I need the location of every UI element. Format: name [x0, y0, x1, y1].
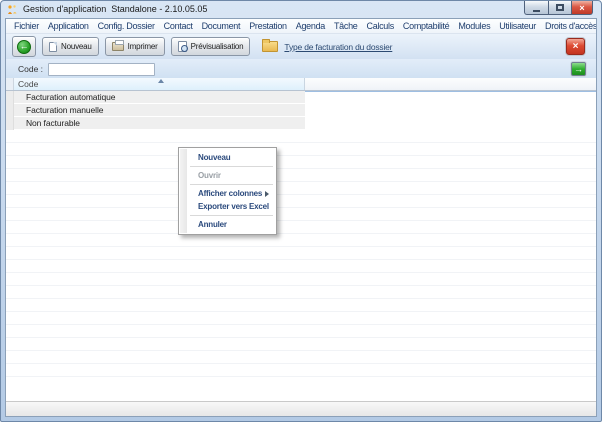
context-menu-item-annuler[interactable]: Annuler	[180, 218, 275, 231]
row-label: Non facturable	[14, 117, 305, 130]
table-row[interactable]: Facturation manuelle	[6, 104, 596, 117]
column-header-code-label: Code	[18, 79, 38, 89]
previsualisation-button-label: Prévisualisation	[191, 42, 244, 51]
grid-header: Code	[6, 78, 596, 91]
grid-body: Facturation automatique Facturation manu…	[6, 91, 596, 400]
app-logo-icon	[7, 4, 18, 15]
menu-item-fichier[interactable]: Fichier	[14, 21, 39, 31]
nouveau-button[interactable]: Nouveau	[42, 37, 99, 56]
table-row[interactable]: Facturation automatique	[6, 91, 596, 104]
go-button[interactable]: →	[571, 62, 586, 76]
toolbar: ← Nouveau Imprimer Prévisualisation Type…	[6, 34, 596, 59]
menu-separator	[190, 215, 273, 216]
caption-buttons: ×	[524, 1, 593, 15]
close-button[interactable]: ×	[572, 1, 593, 15]
context-menu-item-nouveau[interactable]: Nouveau	[180, 151, 275, 164]
app-window: Gestion d'application Standalone - 2.10.…	[0, 0, 602, 422]
menu-item-tache[interactable]: Tâche	[334, 21, 358, 31]
menu-item-modules[interactable]: Modules	[458, 21, 490, 31]
column-header-code[interactable]: Code	[14, 78, 305, 90]
context-menu-item-afficher-colonnes[interactable]: Afficher colonnes	[180, 187, 275, 200]
menu-item-calculs[interactable]: Calculs	[367, 21, 394, 31]
print-preview-icon	[178, 41, 187, 52]
menu-separator	[190, 184, 273, 185]
row-indicator	[6, 104, 14, 117]
window-title: Gestion d'application Standalone - 2.10.…	[23, 4, 207, 14]
menu-item-contact[interactable]: Contact	[164, 21, 193, 31]
imprimer-button-label: Imprimer	[128, 42, 158, 51]
context-menu-item-ouvrir: Ouvrir	[180, 169, 275, 182]
row-indicator-header	[6, 78, 14, 90]
submenu-arrow-icon	[265, 191, 269, 197]
menu-bar: Fichier Application Config. Dossier Cont…	[6, 19, 596, 34]
row-indicator	[6, 91, 14, 104]
minimize-icon	[533, 10, 540, 12]
new-document-icon	[49, 42, 57, 52]
title-bar[interactable]: Gestion d'application Standalone - 2.10.…	[1, 1, 601, 18]
close-icon: ×	[579, 3, 584, 13]
column-header-empty[interactable]	[305, 78, 596, 90]
row-indicator	[6, 117, 14, 130]
maximize-button[interactable]	[549, 1, 572, 15]
imprimer-button[interactable]: Imprimer	[105, 37, 165, 56]
red-x-icon: ×	[573, 42, 579, 52]
menu-separator	[190, 166, 273, 167]
sort-ascending-icon	[158, 79, 164, 83]
breadcrumb-link[interactable]: Type de facturation du dossier	[284, 42, 392, 52]
previsualisation-button[interactable]: Prévisualisation	[171, 37, 251, 56]
menu-item-config-dossier[interactable]: Config. Dossier	[98, 21, 155, 31]
printer-icon	[112, 42, 124, 51]
context-menu: Nouveau Ouvrir Afficher colonnes Exporte…	[178, 147, 277, 235]
toolbar-close-button[interactable]: ×	[566, 38, 585, 55]
table-row[interactable]: Non facturable	[6, 117, 596, 130]
minimize-button[interactable]	[524, 1, 549, 15]
client-area: Fichier Application Config. Dossier Cont…	[5, 18, 597, 417]
filter-row: Code : →	[6, 59, 596, 79]
grid-empty-area	[6, 130, 596, 384]
nouveau-button-label: Nouveau	[61, 42, 92, 51]
forward-arrow-icon: →	[574, 65, 583, 74]
context-menu-item-exporter-excel[interactable]: Exporter vers Excel	[180, 200, 275, 213]
maximize-icon	[556, 4, 564, 11]
menu-item-comptabilite[interactable]: Comptabilité	[403, 21, 449, 31]
code-label: Code :	[18, 64, 43, 74]
menu-item-agenda[interactable]: Agenda	[296, 21, 325, 31]
menu-item-utilisateur[interactable]: Utilisateur	[499, 21, 536, 31]
menu-item-document[interactable]: Document	[202, 21, 241, 31]
folder-icon	[262, 41, 278, 52]
row-label: Facturation automatique	[14, 91, 305, 104]
afficher-colonnes-label: Afficher colonnes	[198, 189, 262, 198]
row-label: Facturation manuelle	[14, 104, 305, 117]
back-button[interactable]: ←	[12, 36, 36, 57]
code-input[interactable]	[48, 63, 155, 76]
menu-item-droits-acces[interactable]: Droits d'accès	[545, 21, 596, 31]
back-icon: ←	[17, 40, 31, 54]
menu-item-prestation[interactable]: Prestation	[249, 21, 287, 31]
menu-item-application[interactable]: Application	[48, 21, 89, 31]
status-bar	[6, 401, 596, 416]
grid: Code Facturation automatique Facturation…	[6, 78, 596, 416]
